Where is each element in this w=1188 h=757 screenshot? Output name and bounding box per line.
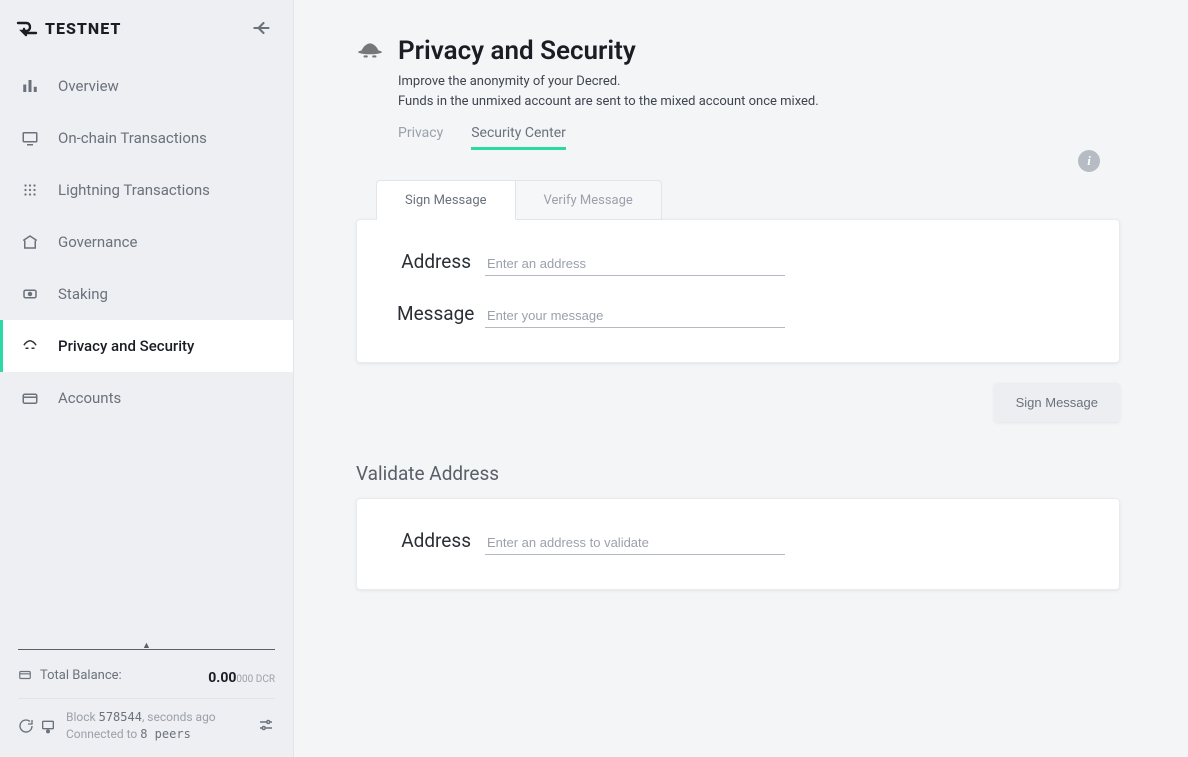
sidebar-item-staking[interactable]: Staking: [0, 268, 293, 320]
block-height: 578544: [99, 710, 142, 724]
sidebar-expand-handle[interactable]: [18, 649, 275, 650]
page-subtitle-2: Funds in the unmixed account are sent to…: [398, 92, 1188, 112]
balance-label: Total Balance:: [40, 668, 122, 683]
message-label: Message: [397, 302, 471, 325]
main-content: Privacy and Security Improve the anonymi…: [294, 0, 1188, 757]
chart-bar-icon: [20, 76, 40, 96]
sidebar-item-label: Privacy and Security: [58, 337, 194, 355]
sidebar: TESTNET Overview On-chain Transactions L…: [0, 0, 294, 757]
block-label: Block: [66, 710, 96, 724]
validate-card: Address: [356, 498, 1120, 590]
monitor-icon: [20, 128, 40, 148]
tab-security-center[interactable]: Security Center: [471, 125, 566, 150]
ticket-icon: [20, 284, 40, 304]
grid-dots-icon: [20, 180, 40, 200]
validate-address-input[interactable]: [485, 531, 785, 555]
tab-privacy[interactable]: Privacy: [398, 125, 443, 150]
sidebar-item-governance[interactable]: Governance: [0, 216, 293, 268]
page-title: Privacy and Security: [398, 36, 636, 66]
validate-section-title: Validate Address: [356, 462, 1120, 485]
network-ok-icon: [40, 718, 56, 734]
settings-button[interactable]: [257, 716, 275, 737]
brand-text: TESTNET: [45, 19, 121, 38]
sidebar-item-label: Governance: [58, 233, 137, 251]
sidebar-item-label: On-chain Transactions: [58, 129, 207, 147]
sidebar-item-label: Accounts: [58, 389, 121, 407]
brand-logo: TESTNET: [15, 16, 121, 40]
governance-icon: [20, 232, 40, 252]
address-input[interactable]: [485, 252, 785, 276]
sidebar-item-label: Overview: [58, 77, 119, 95]
subtab-sign-message[interactable]: Sign Message: [376, 180, 516, 220]
sidebar-item-privacy-security[interactable]: Privacy and Security: [0, 320, 293, 372]
accounts-icon: [20, 388, 40, 408]
sidebar-item-accounts[interactable]: Accounts: [0, 372, 293, 424]
balance-icon: [18, 668, 32, 682]
sidebar-item-onchain[interactable]: On-chain Transactions: [0, 112, 293, 164]
sliders-icon: [257, 716, 275, 734]
balance-value: 0.00: [208, 670, 236, 686]
sign-message-button[interactable]: Sign Message: [994, 383, 1120, 422]
sidebar-item-overview[interactable]: Overview: [0, 60, 293, 112]
address-label: Address: [397, 250, 471, 273]
balance-row: Total Balance: 0.00000 DCR: [18, 664, 275, 700]
subtab-verify-message[interactable]: Verify Message: [516, 180, 662, 220]
info-button[interactable]: i: [1078, 150, 1100, 172]
connected-label: Connected to: [66, 727, 137, 741]
collapse-sidebar-button[interactable]: [247, 14, 275, 42]
sidebar-item-label: Staking: [58, 285, 108, 303]
balance-unit: 000 DCR: [236, 674, 275, 685]
sync-icon: [18, 718, 34, 734]
arrow-left-icon: [251, 18, 271, 38]
message-input[interactable]: [485, 304, 785, 328]
status-text: Block 578544, seconds ago Connected to 8…: [66, 709, 216, 743]
page-subtitle-1: Improve the anonymity of your Decred.: [398, 72, 1188, 92]
peers-count: 8 peers: [140, 727, 191, 741]
privacy-hat-icon: [356, 37, 384, 65]
decred-logo-icon: [15, 16, 39, 40]
validate-address-label: Address: [397, 529, 471, 552]
nav: Overview On-chain Transactions Lightning…: [0, 56, 293, 424]
sidebar-item-lightning[interactable]: Lightning Transactions: [0, 164, 293, 216]
block-time: , seconds ago: [142, 710, 216, 724]
privacy-icon: [20, 336, 40, 356]
sidebar-item-label: Lightning Transactions: [58, 181, 210, 199]
sign-message-card: Address Message: [356, 219, 1120, 363]
